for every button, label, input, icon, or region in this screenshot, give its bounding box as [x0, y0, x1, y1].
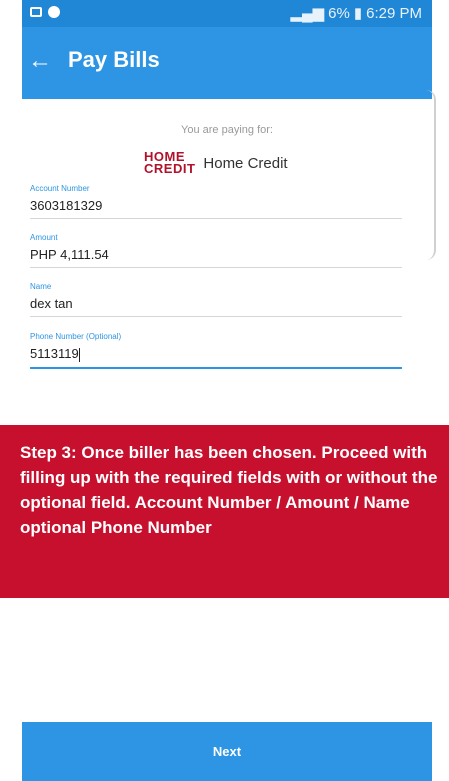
- instruction-banner: Step 3: Once biller has been chosen. Pro…: [0, 425, 449, 598]
- field-label: Account Number: [30, 184, 90, 193]
- scroll-indicator: [426, 90, 436, 260]
- field-label: Amount: [30, 233, 58, 242]
- field-label: Phone Number (Optional): [30, 332, 122, 341]
- field-value: dex tan: [30, 296, 73, 311]
- next-button[interactable]: Next: [22, 722, 432, 781]
- field-value: 5113119: [30, 346, 79, 361]
- field-value: PHP 4,111.54: [30, 247, 109, 262]
- name-field[interactable]: Name dex tan: [30, 282, 402, 317]
- page-title: Pay Bills: [68, 47, 160, 72]
- account-number-field[interactable]: Account Number 3603181329: [30, 184, 402, 219]
- payment-form: You are paying for: HOME CREDIT Home Cre…: [22, 99, 432, 399]
- phone-number-field[interactable]: Phone Number (Optional) 5113119: [30, 332, 402, 369]
- battery-icon: ▮: [353, 5, 363, 22]
- amount-field[interactable]: Amount PHP 4,111.54: [30, 233, 402, 268]
- phone-screen: ▂▄▆ 6% ▮ 6:29 PM ← Pay Bills You are pay…: [0, 0, 449, 781]
- gallery-icon: [30, 7, 42, 17]
- biller-display: HOME CREDIT Home Credit: [144, 149, 288, 176]
- paying-for-label: You are paying for:: [181, 124, 273, 136]
- field-label: Name: [30, 282, 52, 291]
- text-cursor: [78, 347, 80, 362]
- field-value: 3603181329: [30, 198, 103, 213]
- messenger-icon: [48, 6, 60, 18]
- status-bar: ▂▄▆ 6% ▮ 6:29 PM: [22, 0, 432, 27]
- home-credit-logo: HOME CREDIT: [144, 149, 196, 176]
- battery-percent: 6%: [328, 4, 350, 22]
- instruction-text: Step 3: Once biller has been chosen. Pro…: [20, 443, 438, 537]
- app-bar: ← Pay Bills: [22, 27, 432, 99]
- biller-name: Home Credit: [203, 154, 288, 172]
- status-time: 6:29 PM: [366, 4, 422, 22]
- signal-icon: ▂▄▆: [290, 5, 325, 22]
- arrow-left-icon[interactable]: ←: [28, 49, 52, 73]
